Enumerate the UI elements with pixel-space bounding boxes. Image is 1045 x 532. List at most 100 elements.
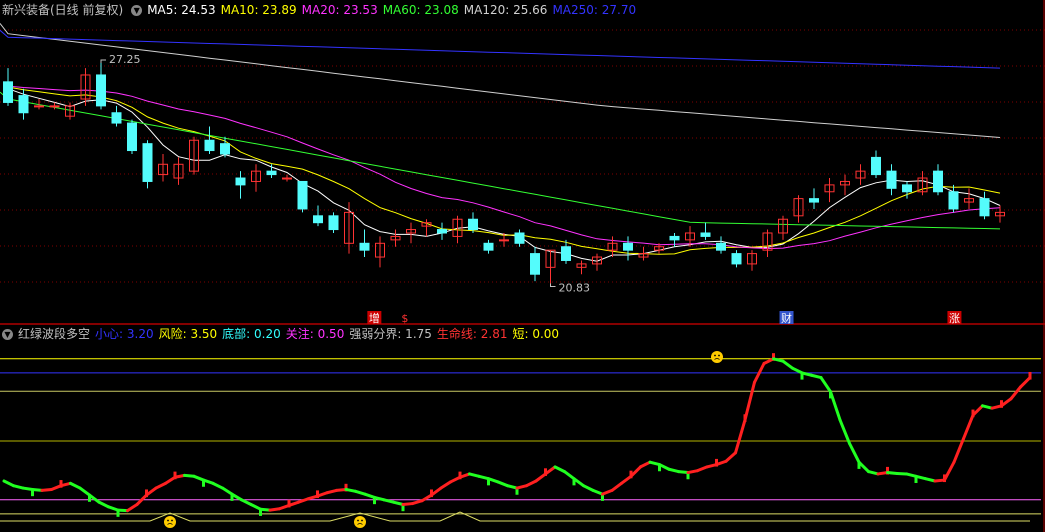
candle-body bbox=[933, 170, 943, 193]
event-marker-0: 增 bbox=[367, 311, 382, 325]
wave-segment bbox=[743, 380, 756, 422]
risk-top-face-icon bbox=[711, 351, 723, 363]
chevron-down-icon[interactable]: ▼ bbox=[2, 329, 13, 340]
bottom-face-icon bbox=[164, 516, 176, 528]
chevron-down-icon[interactable]: ▼ bbox=[131, 5, 143, 16]
wave-segment bbox=[126, 503, 139, 513]
wave-segment bbox=[791, 366, 804, 375]
candle bbox=[778, 215, 788, 240]
wave-segment bbox=[553, 465, 566, 474]
candle-body bbox=[514, 232, 525, 244]
ma-line-ma20 bbox=[7, 85, 1001, 250]
ma-legend-item-1: MA10: 23.89 bbox=[220, 3, 297, 17]
candle-body bbox=[266, 170, 277, 176]
candle bbox=[390, 229, 401, 247]
candle bbox=[530, 246, 540, 282]
candle-body bbox=[297, 180, 308, 210]
candle-body bbox=[359, 242, 370, 251]
candle bbox=[576, 260, 587, 275]
wave-segment bbox=[107, 505, 120, 512]
candle bbox=[716, 236, 726, 254]
candle-body bbox=[127, 122, 137, 152]
candle bbox=[638, 246, 649, 261]
face-eye bbox=[167, 519, 169, 522]
candle-body bbox=[948, 191, 959, 210]
indicator-params: 小心: 3.20 风险: 3.50 底部: 0.20 关注: 0.50 强弱分界: 1.… bbox=[95, 327, 564, 341]
candle-body bbox=[483, 242, 494, 251]
wave-segment bbox=[240, 498, 253, 506]
wave-segment bbox=[943, 460, 956, 482]
wave-segment bbox=[2, 479, 15, 488]
candle-body bbox=[561, 246, 571, 261]
candle bbox=[762, 229, 773, 258]
wave-segment bbox=[696, 465, 709, 473]
ma-line-ma250 bbox=[0, 29, 1001, 69]
indicator-param-5: 生命线: 2.81 bbox=[436, 327, 508, 341]
candle bbox=[189, 136, 199, 175]
indicator-panel bbox=[0, 351, 1041, 528]
candle-body bbox=[96, 74, 106, 107]
wave-segment bbox=[848, 441, 861, 464]
wave-segment bbox=[724, 451, 737, 463]
candle-body bbox=[731, 253, 742, 265]
wave-segment bbox=[69, 481, 82, 490]
ma-line-ma10 bbox=[7, 86, 1001, 255]
indicator-title: 红绿波段多空 bbox=[18, 327, 91, 341]
indicator-param-4: 强弱分界: 1.75 bbox=[349, 327, 432, 341]
wave-segment bbox=[221, 486, 234, 496]
wave-segment bbox=[962, 413, 975, 441]
candle-body bbox=[204, 139, 215, 152]
candle-body bbox=[49, 105, 60, 108]
wave-segment bbox=[591, 488, 604, 496]
chart-canvas: 27.25 20.83 增 $ 财 涨 bbox=[0, 0, 1045, 532]
wave-segment bbox=[563, 470, 576, 481]
indicator-header: ▼ 红绿波段多空 小心: 3.20 风险: 3.50 底部: 0.20 关注: 0.50 强… bbox=[2, 325, 569, 343]
ma-legend: MA5: 24.53 MA10: 23.89 MA20: 23.53 MA60: 23… bbox=[147, 3, 641, 17]
event-marker-label: 增 bbox=[369, 311, 380, 325]
candle bbox=[468, 212, 478, 233]
candle bbox=[731, 250, 742, 268]
bottom-signal-line bbox=[0, 511, 1030, 522]
candle-body bbox=[34, 105, 44, 108]
candle bbox=[158, 153, 168, 182]
grid-lines bbox=[0, 0, 1045, 532]
wave-segment bbox=[610, 481, 623, 492]
face-eye bbox=[361, 519, 363, 522]
candle bbox=[313, 205, 323, 227]
candle-body bbox=[716, 242, 726, 251]
candle bbox=[700, 222, 711, 240]
candle bbox=[871, 150, 881, 179]
wave-segment bbox=[211, 481, 224, 490]
face-eye bbox=[714, 354, 716, 357]
wave-segment bbox=[582, 484, 595, 492]
candle bbox=[514, 229, 525, 247]
indicator-param-3: 关注: 0.50 bbox=[285, 327, 345, 341]
candle bbox=[235, 171, 246, 199]
wave-segment bbox=[249, 503, 262, 511]
high-marker bbox=[100, 59, 106, 63]
candlestick-series bbox=[3, 62, 1005, 284]
candle bbox=[406, 222, 416, 244]
bottom-face-icon bbox=[354, 516, 366, 528]
face-eye bbox=[357, 519, 359, 522]
wave-segment bbox=[97, 500, 110, 509]
candle bbox=[266, 164, 277, 179]
price-header: 新兴装备(日线 前复权) ▼ MA5: 24.53 MA10: 23.89 MA20: … bbox=[2, 1, 646, 19]
candle bbox=[251, 164, 261, 192]
wave-segment bbox=[819, 376, 832, 394]
candle bbox=[979, 191, 990, 220]
candle-body bbox=[468, 218, 478, 231]
wave-segment bbox=[734, 418, 747, 455]
candle-body bbox=[111, 112, 122, 124]
face-icon bbox=[354, 516, 366, 528]
candle-body bbox=[809, 198, 819, 203]
candle-body bbox=[437, 229, 447, 234]
candle bbox=[375, 236, 385, 268]
candle bbox=[142, 140, 153, 189]
candle-body bbox=[499, 239, 509, 242]
moving-average-lines bbox=[0, 23, 1001, 262]
candle-body bbox=[530, 253, 540, 275]
wave-segment bbox=[154, 481, 167, 490]
face-eye bbox=[171, 519, 173, 522]
face-icon bbox=[164, 516, 176, 528]
